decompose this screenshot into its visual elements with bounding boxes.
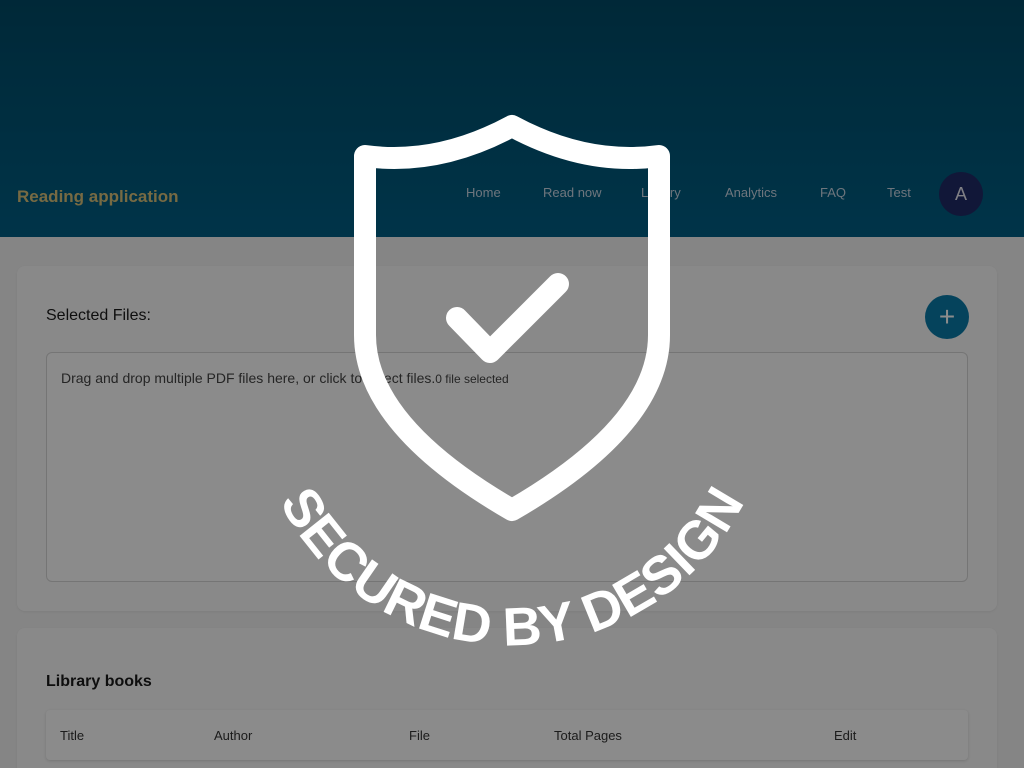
shield-check-icon xyxy=(354,115,670,521)
secured-badge: SECURED BY DESIGN xyxy=(269,115,755,658)
security-overlay: SECURED BY DESIGN xyxy=(0,0,1024,768)
